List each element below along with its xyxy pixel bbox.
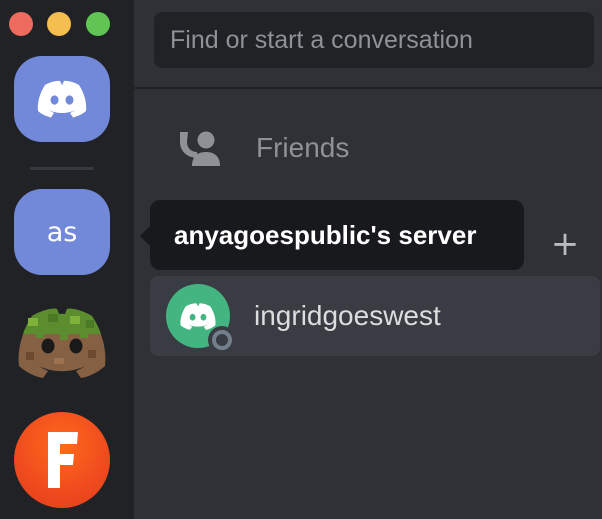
server-fortnite[interactable]: [14, 412, 110, 508]
discord-logo-icon: [180, 302, 216, 330]
discord-logo-icon: [37, 80, 87, 118]
search-bar[interactable]: [154, 12, 594, 68]
search-input[interactable]: [168, 24, 594, 56]
close-window-button[interactable]: [9, 12, 33, 36]
zoom-window-button[interactable]: [86, 12, 110, 36]
friends-icon: [180, 131, 220, 166]
dm-list-item[interactable]: ingridgoeswest: [150, 276, 600, 356]
friends-label: Friends: [256, 132, 350, 163]
home-button[interactable]: [14, 56, 110, 142]
tooltip-arrow: [140, 226, 150, 246]
minecraft-grass-discord-icon: [18, 308, 106, 378]
friends-nav-item[interactable]: Friends: [150, 118, 590, 178]
server-tooltip: anyagoespublic's server: [150, 200, 524, 270]
server-minecraft[interactable]: [14, 306, 110, 384]
minimize-window-button[interactable]: [47, 12, 71, 36]
avatar: [166, 284, 236, 354]
create-dm-button[interactable]: +: [550, 226, 580, 262]
offline-status-icon: [208, 326, 236, 354]
dm-username: ingridgoeswest: [254, 300, 441, 331]
rail-separator: [30, 167, 94, 170]
server-as[interactable]: as: [14, 189, 110, 275]
fortnite-f-icon: [48, 432, 78, 488]
server-rail: as: [0, 0, 134, 519]
header-divider: [134, 87, 602, 89]
server-initials: as: [46, 216, 78, 248]
